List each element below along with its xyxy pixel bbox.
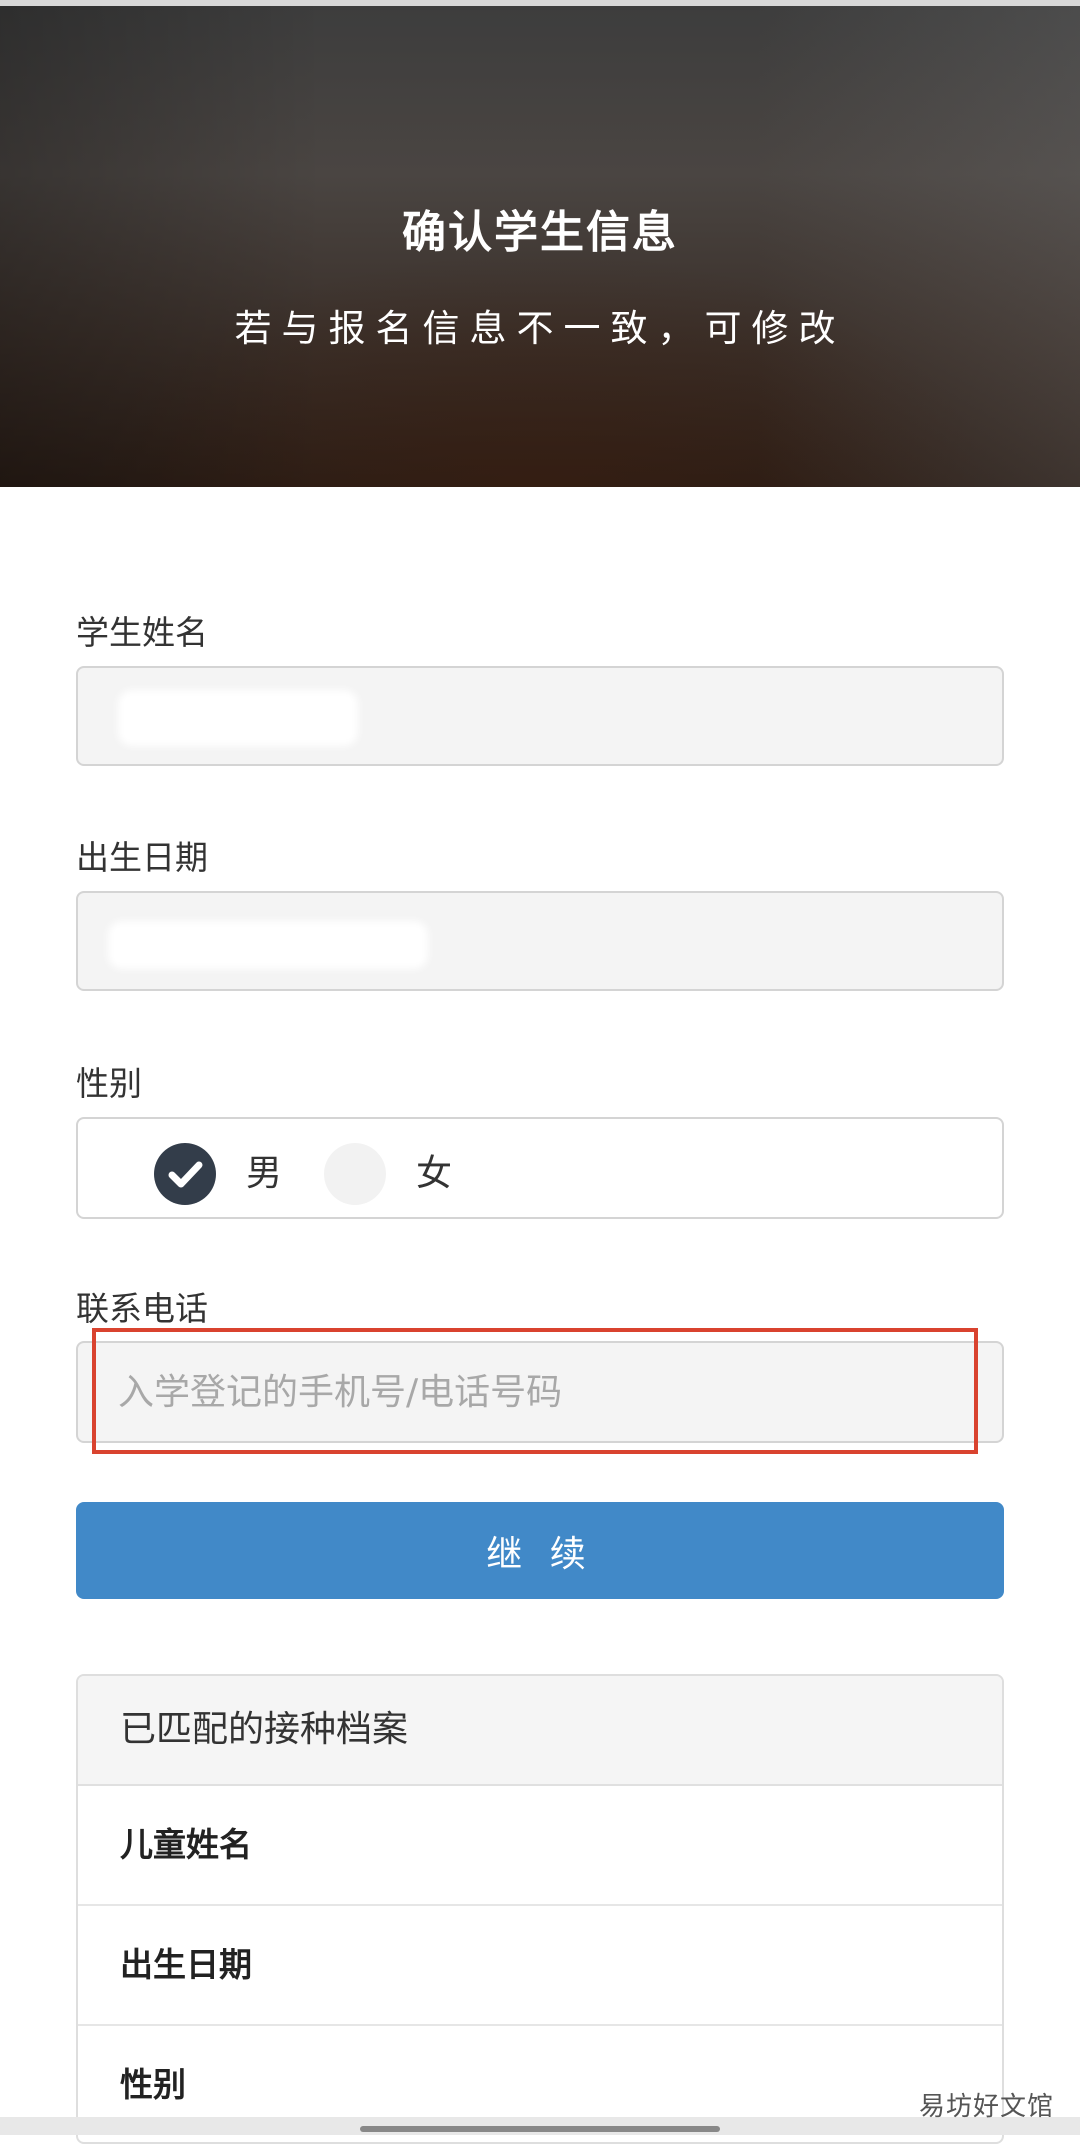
page-title: 确认学生信息	[402, 207, 678, 258]
birth-date-label: 出生日期	[76, 838, 208, 877]
phone-label: 联系电话	[76, 1289, 208, 1328]
watermark-text: 易坊好文馆	[918, 2092, 1054, 2122]
redacted-student-name	[118, 690, 358, 746]
student-name-field[interactable]	[76, 666, 1004, 766]
page-subtitle: 若与报名信息不一致，可修改	[234, 307, 846, 350]
redacted-record-value	[276, 1944, 496, 1988]
record-label: 出生日期	[120, 1945, 252, 1984]
record-row-birth-date: 出生日期	[78, 1906, 1002, 2026]
continue-button[interactable]: 继 续	[76, 1502, 1004, 1599]
home-indicator[interactable]	[360, 2126, 720, 2132]
records-title: 已匹配的接种档案	[120, 1709, 409, 1750]
birth-date-field[interactable]	[76, 891, 1004, 991]
gender-label: 性别	[76, 1064, 142, 1103]
record-label: 儿童姓名	[120, 1825, 252, 1864]
redacted-record-value	[206, 2064, 236, 2108]
page-header-banner: 确认学生信息 若与报名信息不一致，可修改	[0, 6, 1080, 487]
record-row-child-name: 儿童姓名	[78, 1786, 1002, 1906]
gender-male-label[interactable]: 男	[246, 1143, 282, 1205]
gender-female-label[interactable]: 女	[416, 1143, 452, 1205]
gender-male-radio[interactable]	[154, 1143, 216, 1205]
gender-female-radio[interactable]	[324, 1143, 386, 1205]
matched-records-panel: 已匹配的接种档案 儿童姓名 出生日期 性别	[76, 1674, 1004, 2144]
checkmark-icon	[168, 1161, 203, 1188]
gender-radio-group: 男 女	[76, 1117, 1004, 1219]
highlight-annotation-box	[92, 1328, 978, 1454]
redacted-birth-date	[108, 921, 428, 969]
redacted-record-value	[276, 1824, 306, 1868]
student-name-label: 学生姓名	[76, 613, 208, 652]
records-header: 已匹配的接种档案	[78, 1676, 1002, 1786]
